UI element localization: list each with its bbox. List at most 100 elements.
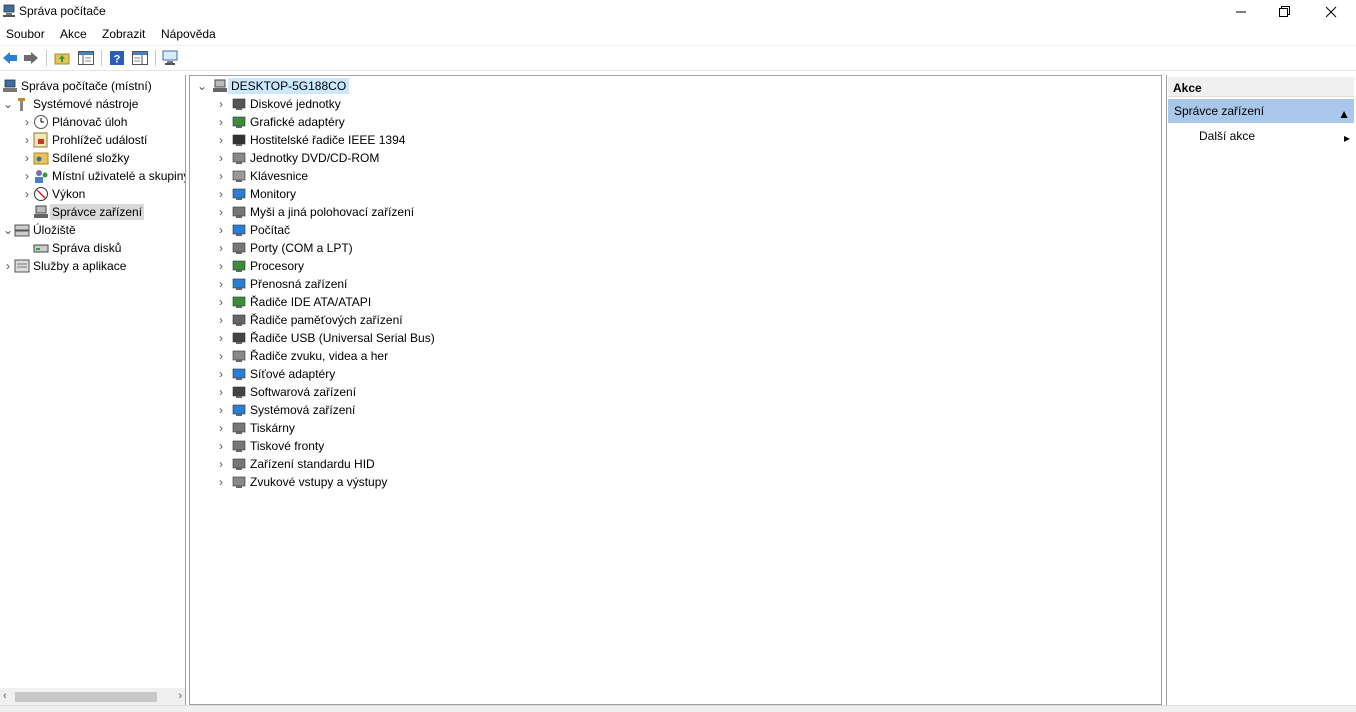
chevron-right-icon[interactable]: › (215, 203, 227, 221)
chevron-right-icon[interactable]: › (215, 293, 227, 311)
chevron-right-icon[interactable]: › (215, 275, 227, 293)
device-category-item[interactable]: › Řadiče IDE ATA/ATAPI (215, 293, 371, 311)
restore-button[interactable] (1262, 0, 1308, 24)
close-button[interactable] (1308, 0, 1354, 24)
usb-icon (231, 330, 247, 346)
device-category-item[interactable]: › Myši a jiná polohovací zařízení (215, 203, 414, 221)
chevron-down-icon[interactable]: ⌄ (196, 77, 208, 95)
device-category-item[interactable]: › Klávesnice (215, 167, 308, 185)
sound-icon (231, 348, 247, 364)
back-button[interactable] (1, 49, 19, 67)
chevron-right-icon[interactable]: › (215, 311, 227, 329)
device-category-item[interactable]: › Zařízení standardu HID (215, 455, 375, 473)
chevron-right-icon[interactable]: › (215, 347, 227, 365)
chevron-right-icon[interactable]: › (21, 131, 33, 149)
chevron-right-icon[interactable]: › (215, 329, 227, 347)
scan-hardware-button[interactable] (162, 49, 180, 67)
chevron-right-icon[interactable]: › (215, 419, 227, 437)
tree-shared-folders[interactable]: › Sdílené složky (21, 149, 129, 167)
scroll-right-icon[interactable]: › (178, 690, 182, 702)
device-category-item[interactable]: › Řadiče zvuku, videa a her (215, 347, 388, 365)
chevron-right-icon[interactable]: › (215, 473, 227, 491)
forward-button[interactable] (22, 49, 40, 67)
tree-disk-management[interactable]: Správa disků (33, 239, 121, 257)
chevron-right-icon[interactable]: › (21, 149, 33, 167)
chevron-right-icon[interactable]: › (215, 185, 227, 203)
device-category-item[interactable]: › Počítač (215, 221, 290, 239)
dvd-drive-icon (231, 150, 247, 166)
tree-performance[interactable]: › Výkon (21, 185, 85, 203)
tree-services[interactable]: › Služby a aplikace (2, 257, 126, 275)
up-level-button[interactable] (53, 49, 71, 67)
device-category-item[interactable]: › Diskové jednotky (215, 95, 341, 113)
show-hide-tree-button[interactable] (77, 49, 95, 67)
keyboard-icon (231, 168, 247, 184)
minimize-button[interactable] (1218, 0, 1264, 24)
device-category-item[interactable]: › Porty (COM a LPT) (215, 239, 353, 257)
disk-management-icon (33, 240, 49, 256)
menu-help[interactable]: Nápověda (161, 27, 216, 41)
action-device-manager[interactable]: Správce zařízení ▲ (1168, 99, 1354, 123)
device-category-item[interactable]: › Síťové adaptéry (215, 365, 335, 383)
tree-task-scheduler[interactable]: › Plánovač úloh (21, 113, 127, 131)
software-device-icon (231, 384, 247, 400)
chevron-down-icon[interactable]: ⌄ (2, 221, 14, 239)
device-tree-pane: ⌄ DESKTOP-5G188CO › Diskové jednotky › Graf… (189, 75, 1162, 705)
chevron-right-icon[interactable]: › (215, 167, 227, 185)
action-more-actions[interactable]: Další akce ▸ (1168, 127, 1354, 147)
chevron-right-icon[interactable]: › (215, 455, 227, 473)
device-category-item[interactable]: › Řadiče USB (Universal Serial Bus) (215, 329, 435, 347)
device-category-item[interactable]: › Procesory (215, 257, 304, 275)
chevron-right-icon[interactable]: › (21, 113, 33, 131)
device-category-label: Tiskárny (250, 421, 295, 435)
scan-hardware-icon (162, 50, 178, 65)
title-bar: Správa počítače (0, 0, 1356, 24)
device-category-item[interactable]: › Tiskárny (215, 419, 295, 437)
scrollbar-thumb[interactable] (15, 692, 157, 702)
tree-storage[interactable]: ⌄ Úložiště (2, 221, 76, 239)
tree-event-viewer[interactable]: › Prohlížeč událostí (21, 131, 147, 149)
device-manager-icon (33, 204, 49, 220)
chevron-right-icon[interactable]: › (21, 185, 33, 203)
chevron-right-icon[interactable]: › (21, 167, 33, 185)
device-category-item[interactable]: › Přenosná zařízení (215, 275, 347, 293)
chevron-right-icon[interactable]: › (215, 257, 227, 275)
device-category-item[interactable]: › Řadiče paměťových zařízení (215, 311, 403, 329)
tree-device-manager[interactable]: Správce zařízení (33, 203, 145, 221)
chevron-right-icon[interactable]: › (215, 437, 227, 455)
device-category-label: Řadiče IDE ATA/ATAPI (250, 295, 372, 309)
chevron-right-icon[interactable]: › (215, 113, 227, 131)
device-category-item[interactable]: › Tiskové fronty (215, 437, 324, 455)
collapse-arrow-icon[interactable]: ▲ (1338, 107, 1350, 121)
tree-root[interactable]: Správa počítače (místní) (2, 77, 152, 95)
menu-action[interactable]: Akce (60, 27, 87, 41)
scroll-left-icon[interactable]: ‹ (3, 690, 7, 702)
menu-file[interactable]: Soubor (6, 27, 45, 41)
tree-system-tools[interactable]: ⌄ Systémové nástroje (2, 95, 138, 113)
device-category-item[interactable]: › Hostitelské řadiče IEEE 1394 (215, 131, 405, 149)
chevron-right-icon[interactable]: › (215, 131, 227, 149)
chevron-right-icon[interactable]: › (2, 257, 14, 275)
show-action-pane-button[interactable] (131, 49, 149, 67)
chevron-right-icon[interactable]: › (215, 95, 227, 113)
chevron-right-icon[interactable]: › (215, 239, 227, 257)
help-button[interactable]: ? (108, 49, 126, 67)
device-category-item[interactable]: › Softwarová zařízení (215, 383, 356, 401)
chevron-right-icon[interactable]: › (215, 383, 227, 401)
menu-view[interactable]: Zobrazit (102, 27, 145, 41)
chevron-right-icon[interactable]: › (215, 221, 227, 239)
device-category-item[interactable]: › Jednotky DVD/CD-ROM (215, 149, 379, 167)
chevron-down-icon[interactable]: ⌄ (2, 95, 14, 113)
device-category-label: Myši a jiná polohovací zařízení (250, 205, 415, 219)
device-category-item[interactable]: › Grafické adaptéry (215, 113, 345, 131)
device-category-item[interactable]: › Monitory (215, 185, 296, 203)
chevron-right-icon[interactable]: › (215, 401, 227, 419)
device-category-item[interactable]: › Zvukové vstupy a výstupy (215, 473, 387, 491)
chevron-right-icon[interactable]: › (215, 365, 227, 383)
horizontal-scrollbar[interactable]: ‹ › (0, 688, 185, 705)
tree-local-users[interactable]: › Místní uživatelé a skupiny (21, 167, 185, 185)
back-arrow-icon (3, 52, 17, 64)
device-category-item[interactable]: › Systémová zařízení (215, 401, 355, 419)
chevron-right-icon[interactable]: › (215, 149, 227, 167)
device-tree-root[interactable]: ⌄ DESKTOP-5G188CO (196, 77, 350, 95)
